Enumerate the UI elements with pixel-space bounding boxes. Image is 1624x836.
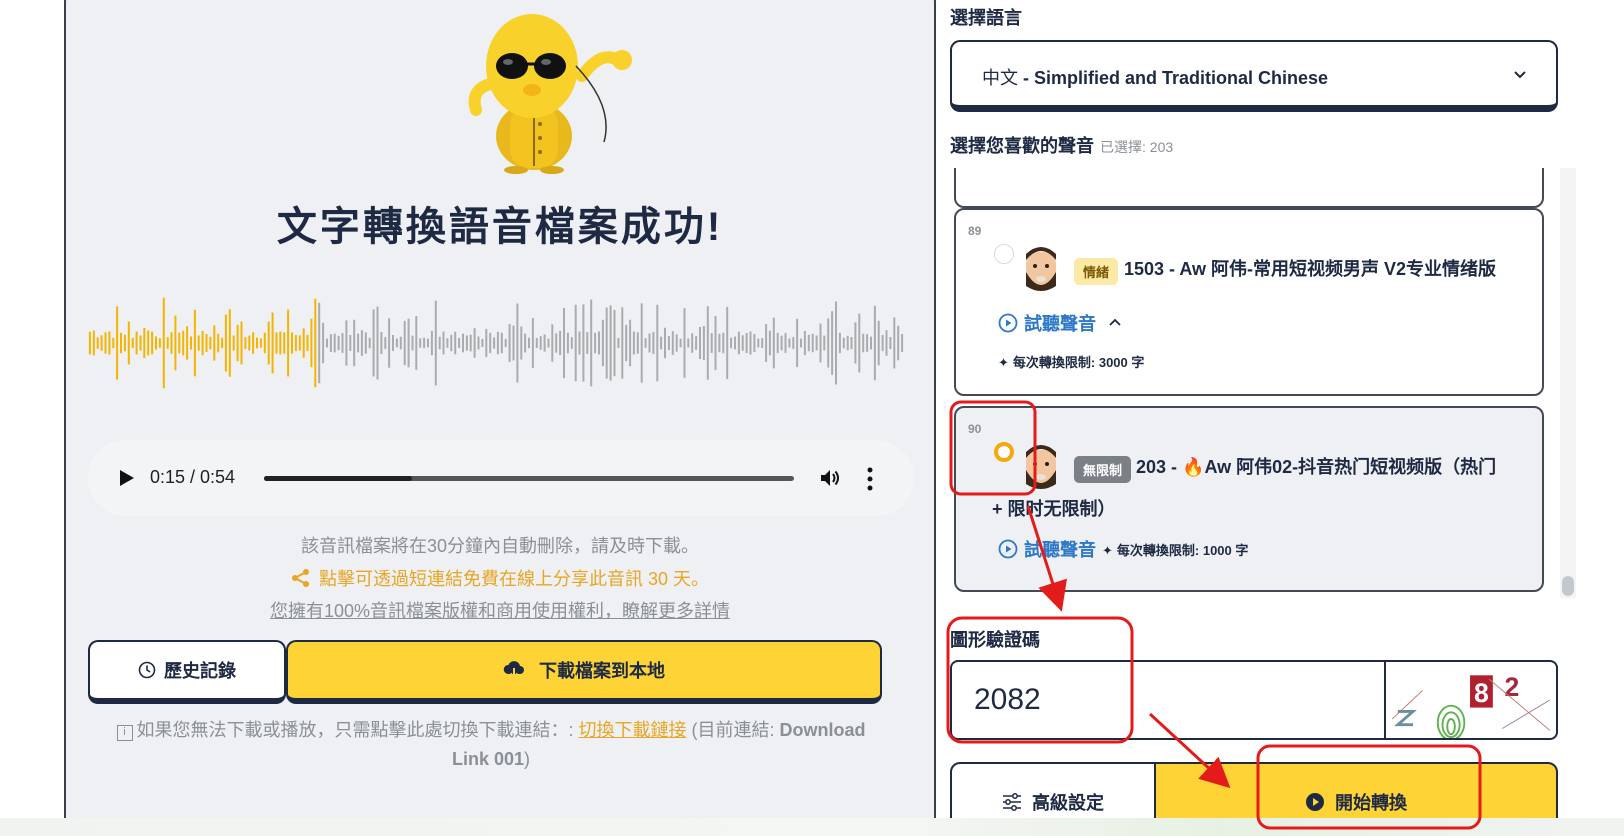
voice-selected-count: 已選擇: 203 <box>1100 139 1174 155</box>
sparkle-icon: ✦ <box>1102 543 1113 558</box>
sparkle-icon: ✦ <box>998 355 1009 370</box>
audio-waveform <box>88 297 904 389</box>
fallback-suffix: ) <box>524 749 531 769</box>
voice-badge-emotion: 情緒 <box>1074 258 1119 285</box>
audio-progress-bar[interactable] <box>264 476 794 481</box>
rights-link[interactable]: 您擁有100%音訊檔案版權和商用使用權利，瞭解更多詳情 <box>66 597 934 623</box>
auto-delete-notice: 該音訊檔案將在30分鐘內自動刪除，請及時下載。 <box>300 536 700 556</box>
voice-name-90-cont: + 限时无限制） <box>992 499 1116 519</box>
voice-label: 選擇您喜歡的聲音 已選擇: 203 <box>950 132 1173 158</box>
voice-name-89: 1503 - Aw 阿伟-常用短视频男声 V2专业情绪版 <box>1124 259 1497 279</box>
mascot-illustration <box>468 14 632 174</box>
success-title: 文字轉換語音檔案成功! <box>276 205 724 249</box>
audio-player: 0:15 / 0:54 <box>88 440 914 516</box>
page-bottom-band <box>0 818 1624 836</box>
voice-limit-89-text: 每次轉換限制: 3000 字 <box>1012 355 1145 370</box>
listen-button-89[interactable]: 試聽聲音 <box>998 310 1122 336</box>
voice-name-90-id: 203 - <box>1136 457 1183 477</box>
audio-time: 0:15 / 0:54 <box>150 467 236 487</box>
clock-icon <box>138 661 156 679</box>
result-card: 文字轉換語音檔案成功! 0:15 / 0:54 該音訊檔案將在30分鐘內自動刪除… <box>64 0 936 836</box>
language-name: 中文 <box>982 68 1018 88</box>
listen-button-90[interactable]: 試聽聲音 <box>998 536 1096 562</box>
voice-card-89[interactable]: 89 情緒 1503 - Aw 阿伟-常用短视频男声 V2专业情绪版 試聽聲音 … <box>954 208 1544 396</box>
voice-avatar <box>1026 247 1056 291</box>
voice-limit-90-text: 每次轉換限制: 1000 字 <box>1116 543 1249 558</box>
captcha-input[interactable] <box>950 660 1386 740</box>
share-icon <box>291 569 309 587</box>
scrollbar-thumb[interactable] <box>1562 576 1574 596</box>
captcha-image[interactable]: 8 2 <box>1384 660 1558 740</box>
captcha-label: 圖形驗證碼 <box>950 630 1040 650</box>
fallback-prefix: 如果您無法下載或播放，只需點擊此處切換下載連結：: <box>136 720 579 740</box>
play-icon[interactable] <box>116 466 138 490</box>
voice-badge-unlimited: 無限制 <box>1074 456 1132 483</box>
advanced-settings-label: 高級設定 <box>1032 793 1104 813</box>
language-selected-value: 中文 - Simplified and Traditional Chinese <box>982 64 1328 90</box>
chevron-down-icon <box>1514 71 1526 79</box>
voice-radio-90[interactable] <box>994 442 1014 462</box>
download-button-label: 下載檔案到本地 <box>539 661 665 681</box>
voice-avatar <box>1026 445 1056 489</box>
download-button[interactable]: 下載檔案到本地 <box>286 640 882 704</box>
switch-download-link[interactable]: 切換下載鏈接 <box>579 720 687 740</box>
fallback-middle: (目前連結: <box>686 720 780 740</box>
play-circle-icon <box>998 539 1018 559</box>
share-link-text: 點擊可透過短連結免費在線上分享此音訊 30 天。 <box>318 569 710 589</box>
language-select[interactable]: 中文 - Simplified and Traditional Chinese <box>950 40 1558 112</box>
captcha-digit-2: 2 <box>1504 672 1519 702</box>
voice-card-90[interactable]: 90 無限制 203 - 🔥Aw 阿伟02-抖音热门短视频版（热门 + 限时无限… <box>954 406 1544 592</box>
sliders-icon <box>1003 793 1021 811</box>
volume-icon[interactable] <box>818 466 842 490</box>
voice-name-90: 203 - 🔥Aw 阿伟02-抖音热门短视频版（热门 <box>1136 446 1536 488</box>
language-label: 選擇語言 <box>950 8 1022 28</box>
chevron-up-icon <box>1109 318 1121 326</box>
listen-label-89: 試聽聲音 <box>1024 314 1096 334</box>
voice-limit-89: ✦ 每次轉換限制: 3000 字 <box>998 352 1144 371</box>
voice-list: 89 情緒 1503 - Aw 阿伟-常用短视频男声 V2专业情绪版 試聽聲音 … <box>950 168 1558 598</box>
voice-card-partial[interactable] <box>954 168 1544 208</box>
audio-progress-fill <box>264 476 413 481</box>
voice-number: 90 <box>968 422 982 436</box>
more-vert-icon[interactable] <box>864 466 876 492</box>
history-button-label: 歷史記錄 <box>164 661 236 681</box>
history-button[interactable]: 歷史記錄 <box>88 640 286 704</box>
voice-label-text: 選擇您喜歡的聲音 <box>950 136 1094 156</box>
page: 文字轉換語音檔案成功! 0:15 / 0:54 該音訊檔案將在30分鐘內自動刪除… <box>0 0 1624 836</box>
language-desc: - Simplified and Traditional Chinese <box>1018 68 1329 88</box>
info-icon: i <box>116 725 133 741</box>
voice-radio-89[interactable] <box>994 244 1014 264</box>
listen-label-90: 試聽聲音 <box>1024 540 1096 560</box>
share-link[interactable]: 點擊可透過短連結免費在線上分享此音訊 30 天。 <box>66 565 934 591</box>
play-circle-icon <box>998 313 1018 333</box>
start-convert-label: 開始轉換 <box>1335 793 1407 813</box>
fire-icon: 🔥 <box>1182 457 1205 477</box>
voice-number: 89 <box>968 224 982 238</box>
captcha-digit-1: 8 <box>1474 678 1489 708</box>
voice-name-90-title: Aw 阿伟02-抖音热门短视频版（热门 <box>1204 457 1497 477</box>
download-fallback-note: i 如果您無法下載或播放，只需點擊此處切換下載連結：: 切換下載鏈接 (目前連結:… <box>96 716 886 774</box>
cloud-download-icon <box>503 661 524 679</box>
play-circle-icon <box>1306 793 1324 811</box>
voice-list-scrollbar[interactable] <box>1560 168 1576 598</box>
voice-limit-90: ✦ 每次轉換限制: 1000 字 <box>1102 540 1248 559</box>
